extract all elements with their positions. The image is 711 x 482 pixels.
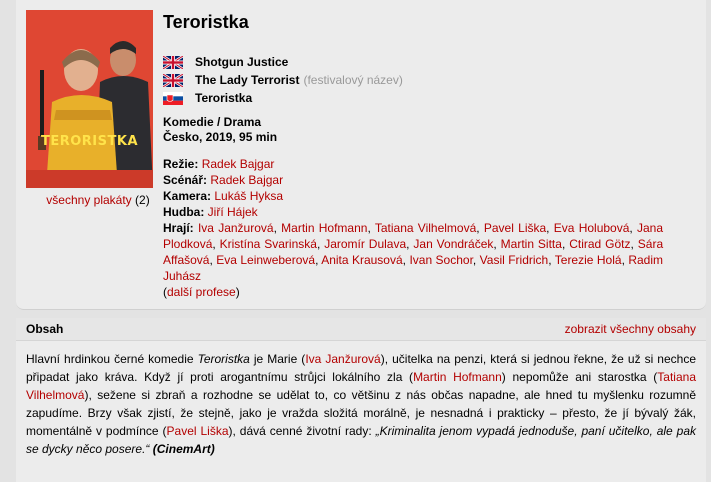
cast-separator: , (493, 237, 501, 251)
poster-date (26, 152, 153, 157)
synopsis-title: Obsah (26, 322, 64, 336)
film-poster[interactable]: TERORISTKA (26, 10, 153, 188)
film-header-panel: TERORISTKA všechny plakáty (2) Teroristk… (16, 0, 706, 310)
cast-member-link[interactable]: Pavel Liška (484, 221, 546, 235)
cast-list: Iva Janžurová, Martin Hofmann, Tatiana V… (163, 221, 663, 283)
alt-title-name: Shotgun Justice (195, 55, 289, 69)
film-info: Komedie / Drama Česko, 2019, 95 min (163, 115, 277, 145)
cast-member-link[interactable]: Jan Vondráček (413, 237, 493, 251)
synopsis-actor-link[interactable]: Martin Hofmann (413, 370, 502, 384)
synopsis-source: (CinemArt) (152, 442, 215, 456)
alt-title-name: Teroristka (195, 91, 253, 105)
cast-member-link[interactable]: Eva Leinweberová (216, 253, 315, 267)
all-posters-link[interactable]: všechny plakáty (46, 193, 131, 207)
cast-member-link[interactable]: Eva Holubová (554, 221, 630, 235)
cast-member-link[interactable]: Jaromír Dulava (324, 237, 406, 251)
title-row: Teroristka (163, 89, 403, 107)
synopsis-header: Obsah zobrazit všechny obsahy (16, 318, 706, 341)
cast-member-link[interactable]: Martin Sitta (501, 237, 562, 251)
all-posters-link-wrap: všechny plakáty (2) (33, 193, 163, 207)
cast-separator: , (630, 237, 638, 251)
cast-member-link[interactable]: Tatiana Vilhelmová (375, 221, 476, 235)
more-professions-link[interactable]: další profese (167, 285, 236, 299)
synopsis-actor-link[interactable]: Pavel Liška (167, 424, 229, 438)
title-row: Shotgun Justice (163, 53, 403, 71)
cast-member-link[interactable]: Ctirad Götz (569, 237, 630, 251)
cast-member-link[interactable]: Vasil Fridrich (480, 253, 549, 267)
cast-separator: , (629, 221, 637, 235)
synopsis-part: ), dává cenné životní rady: (228, 424, 376, 438)
synopsis-panel: Obsah zobrazit všechny obsahy Hlavní hrd… (16, 318, 706, 482)
more-professions-close: ) (235, 285, 240, 299)
poster-title: TERORISTKA (40, 134, 139, 149)
creators-screenplay: Scénář: Radek Bajgar (163, 172, 663, 188)
alt-title-note: (festivalový název) (303, 73, 403, 87)
alternative-titles: Shotgun Justice The Lady Terrorist (fest… (163, 53, 403, 107)
creators-camera: Kamera: Lukáš Hyksa (163, 188, 663, 204)
cast-member-link[interactable]: Ivan Sochor (409, 253, 472, 267)
uk-flag-icon (163, 73, 183, 87)
synopsis-part: ) nepomůže ani starostka ( (501, 370, 658, 384)
cast-member-link[interactable]: Iva Janžurová (198, 221, 274, 235)
camera-label: Kamera: (163, 189, 212, 203)
creator-link[interactable]: Radek Bajgar (202, 157, 275, 171)
cast-member-link[interactable]: Anita Krausová (321, 253, 402, 267)
cast-member-link[interactable]: Martin Hofmann (281, 221, 367, 235)
creator-link[interactable]: Radek Bajgar (210, 173, 283, 187)
synopsis-film-title: Teroristka (197, 352, 250, 366)
directing-label: Režie: (163, 157, 199, 171)
synopsis-text: Hlavní hrdinkou černé komedie Teroristka… (26, 350, 696, 458)
cast-label: Hrají: (163, 221, 194, 235)
cast-separator: , (367, 221, 375, 235)
cast-member-link[interactable]: Terezie Holá (555, 253, 622, 267)
cast-separator: , (212, 237, 220, 251)
film-genre: Komedie / Drama (163, 115, 262, 129)
synopsis-part: je Marie ( (249, 352, 306, 366)
alt-title-name: The Lady Terrorist (195, 73, 300, 87)
synopsis-part: Hlavní hrdinkou černé komedie (26, 352, 198, 366)
cast-separator: , (546, 221, 554, 235)
show-all-synopses-link[interactable]: zobrazit všechny obsahy (565, 322, 696, 336)
creator-link[interactable]: Jiří Hájek (208, 205, 258, 219)
cast-member-link[interactable]: Kristína Svarinská (220, 237, 317, 251)
poster-tagline (26, 122, 153, 127)
synopsis-actor-link[interactable]: Iva Janžurová (305, 352, 380, 366)
creators-music: Hudba: Jiří Hájek (163, 204, 663, 220)
film-origin: Česko, 2019, 95 min (163, 130, 278, 144)
creators-directing: Režie: Radek Bajgar (163, 156, 663, 172)
creator-link[interactable]: Lukáš Hyksa (214, 189, 283, 203)
title-row: The Lady Terrorist (festivalový název) (163, 71, 403, 89)
music-label: Hudba: (163, 205, 205, 219)
all-posters-count: (2) (135, 193, 150, 207)
cast-separator: , (476, 221, 484, 235)
creators-cast: Hrají: Iva Janžurová, Martin Hofmann, Ta… (163, 220, 663, 300)
cast-separator: , (472, 253, 480, 267)
slovak-flag-icon (163, 91, 183, 105)
screenplay-label: Scénář: (163, 173, 208, 187)
poster-image-icon (26, 10, 153, 188)
film-title: Teroristka (163, 12, 249, 32)
creators-list: Režie: Radek Bajgar Scénář: Radek Bajgar… (163, 156, 663, 300)
uk-flag-icon (163, 55, 183, 69)
